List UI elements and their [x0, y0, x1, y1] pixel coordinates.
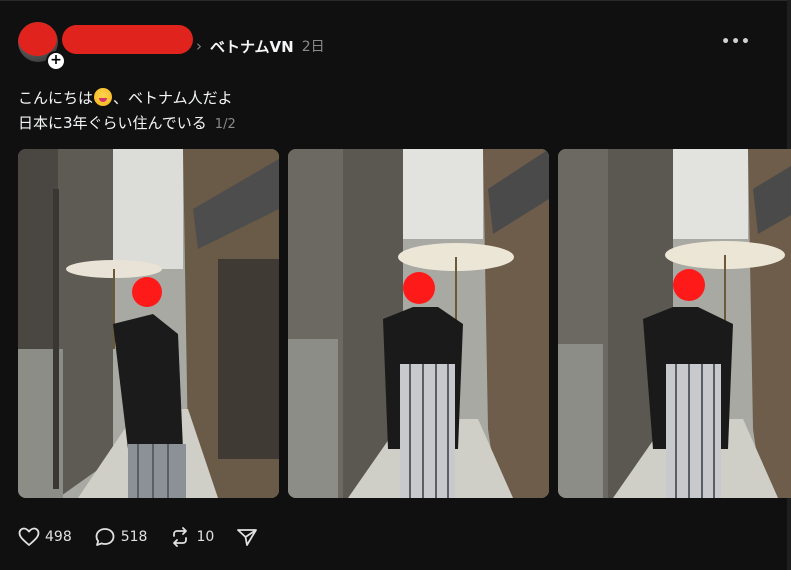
kimono-photo-3	[558, 149, 791, 498]
top-divider	[0, 0, 791, 1]
residence-text: 日本に3年ぐらい住んでいる	[18, 114, 207, 132]
header-meta: › ベトナムVN 2日	[196, 36, 325, 56]
post-header: + › ベトナムVN 2日 •••	[18, 22, 771, 72]
photo-carousel[interactable]	[18, 149, 791, 499]
post-text: こんにちは 、ベトナム人だよ 日本に3年ぐらい住んでいる 1/2	[18, 86, 236, 137]
post-actions: 498 518 10	[18, 526, 285, 548]
send-icon	[237, 529, 258, 546]
like-button[interactable]: 498	[18, 527, 72, 547]
community-link[interactable]: ベトナムVN	[210, 36, 294, 57]
photo-3[interactable]	[558, 149, 791, 498]
page-count: 1/2	[214, 117, 236, 132]
greeting-text: こんにちは	[18, 89, 94, 107]
heart-icon	[18, 527, 40, 546]
comment-icon	[95, 528, 115, 546]
post-text-line-1: こんにちは 、ベトナム人だよ	[18, 86, 236, 111]
reply-count: 518	[120, 529, 148, 545]
intro-text: 、ベトナム人だよ	[113, 89, 233, 107]
grinning-face-emoji-icon	[94, 88, 113, 106]
follow-plus-icon[interactable]: +	[46, 51, 66, 71]
repost-count: 10	[196, 529, 215, 545]
repost-button[interactable]: 10	[169, 527, 214, 547]
repost-icon	[173, 527, 188, 547]
kimono-photo-1	[18, 149, 279, 498]
chevron-right-icon: ›	[196, 37, 202, 55]
share-button[interactable]	[236, 527, 263, 547]
more-horizontal-icon[interactable]: •••	[721, 34, 751, 50]
photo-1[interactable]	[18, 149, 279, 498]
like-count: 498	[45, 529, 72, 545]
kimono-photo-2	[288, 149, 549, 498]
username-redaction[interactable]	[62, 25, 193, 54]
photo-2[interactable]	[288, 149, 549, 498]
post-time[interactable]: 2日	[302, 36, 325, 56]
post-text-line-2: 日本に3年ぐらい住んでいる 1/2	[18, 111, 236, 137]
reply-button[interactable]: 518	[94, 527, 148, 547]
